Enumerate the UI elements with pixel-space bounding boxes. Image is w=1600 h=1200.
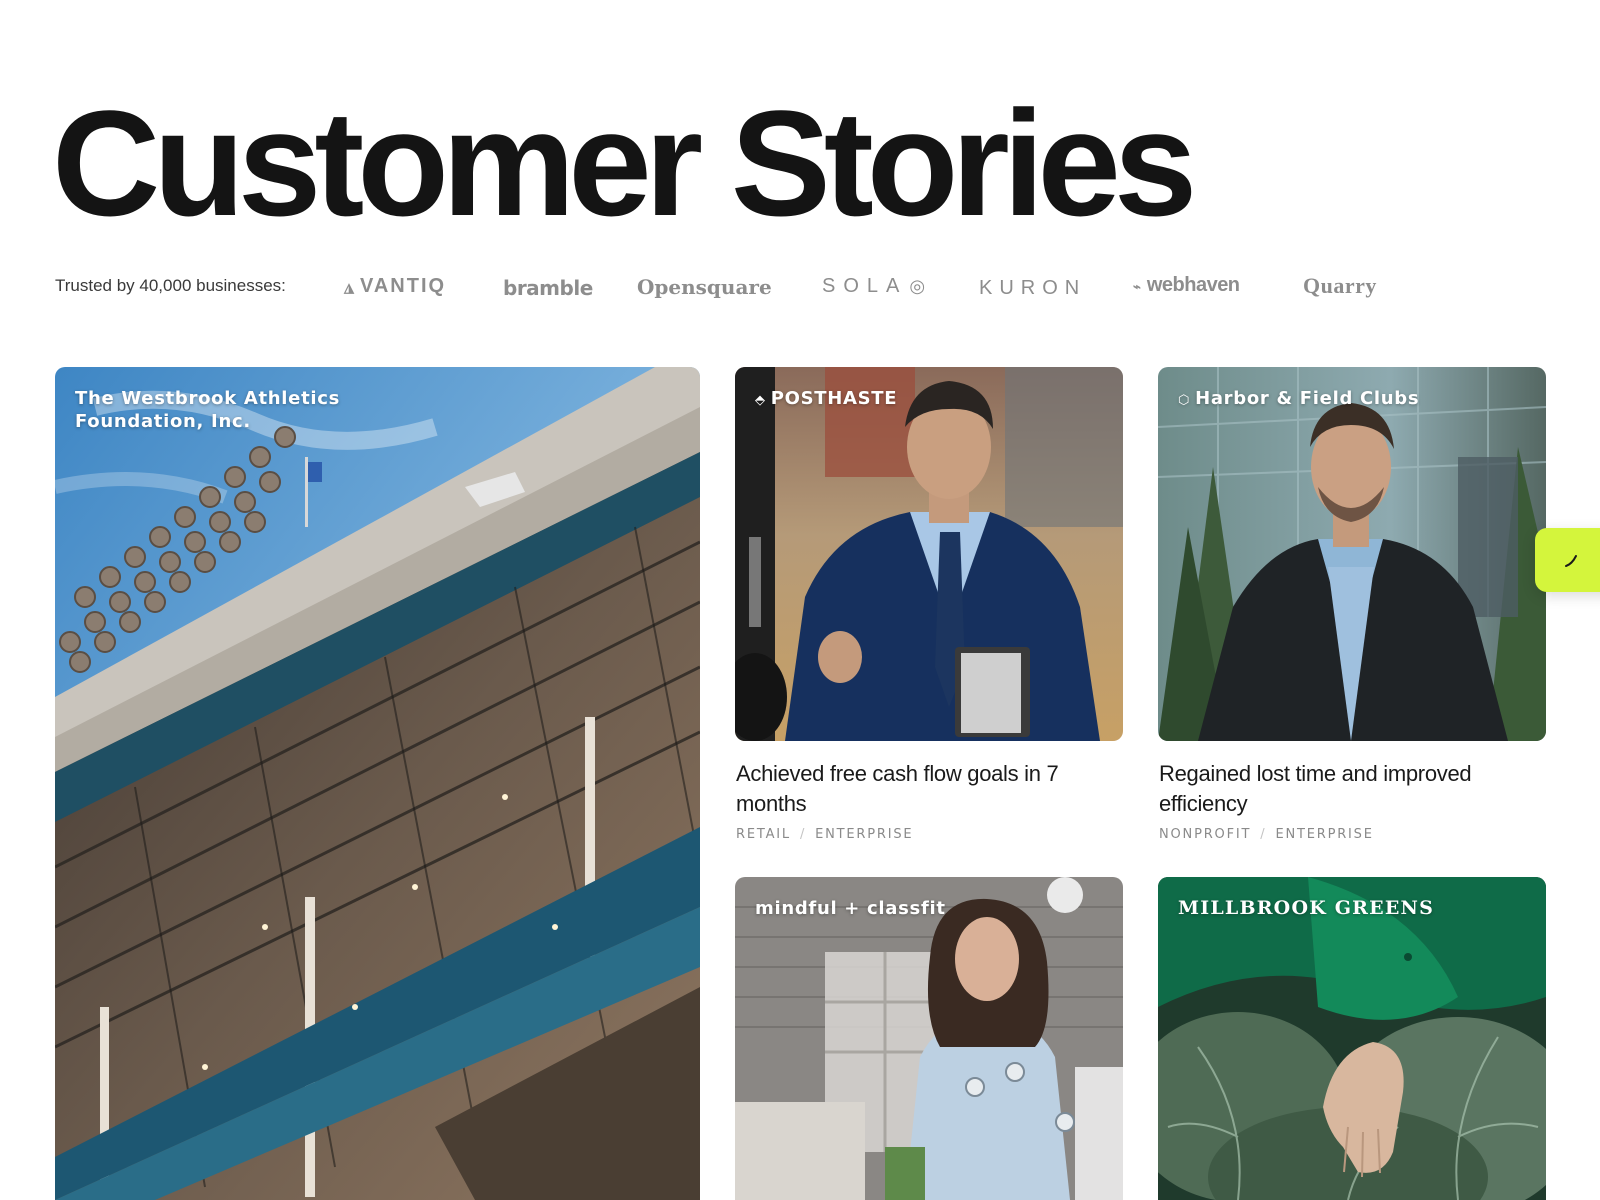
story-tags-posthaste: RETAIL / ENTERPRISE (736, 827, 914, 842)
man-in-blazer-photo (1158, 367, 1546, 741)
tag-separator: / (799, 827, 807, 842)
company-name-millbrook-greens: MILLBROOK GREENS (1178, 897, 1434, 919)
story-tags-harbor-field: NONPROFIT / ENTERPRISE (1159, 827, 1374, 842)
page-title: Customer Stories (52, 79, 1197, 247)
trusted-logo-strip: Trusted by 40,000 businesses: ◮ VANTIQ br… (0, 262, 1600, 310)
leaf-icon (1565, 555, 1577, 567)
story-card-westbrook[interactable]: The Westbrook Athletics Foundation, Inc. (55, 367, 700, 1200)
story-title-harbor-field[interactable]: Regained lost time and improved efficien… (1159, 759, 1547, 819)
company-name-harbor-field: ⬡ Harbor & Field Clubs (1178, 388, 1420, 409)
triangle-icon: ◮ (344, 280, 354, 295)
tag-separator: / (1260, 827, 1267, 842)
logo-vantiq: ◮ VANTIQ (344, 275, 447, 297)
stadium-grandstand-photo (55, 367, 700, 1200)
company-name-posthaste: ⬘ POSTHASTE (755, 388, 898, 409)
logo-bramble: bramble (503, 276, 593, 300)
logo-kuron: KURON (979, 277, 1087, 299)
story-card-mindful-classfit[interactable]: mindful + classfit (735, 877, 1123, 1200)
trusted-by-text: Trusted by 40,000 businesses: (55, 276, 286, 295)
story-title-posthaste[interactable]: Achieved free cash flow goals in 7 month… (736, 759, 1124, 819)
logo-quarry: Quarry (1303, 273, 1377, 298)
woman-in-office-photo (735, 877, 1123, 1200)
logo-webhaven: ⌁ webhaven (1133, 274, 1240, 296)
floating-feedback-tab[interactable] (1535, 528, 1600, 592)
man-in-navy-suit-photo (735, 367, 1123, 741)
wave-icon: ⌁ (1133, 279, 1141, 294)
logo-opensquare: Opensquare (637, 275, 772, 299)
hand-on-cabbage-photo (1158, 877, 1546, 1200)
diamond-logo-icon: ⬘ (755, 393, 766, 408)
story-card-millbrook-greens[interactable]: MILLBROOK GREENS (1158, 877, 1546, 1200)
company-name-mindful-classfit: mindful + classfit (755, 898, 946, 919)
ring-icon: ◎ (909, 276, 926, 296)
hexagon-logo-icon: ⬡ (1178, 393, 1191, 408)
story-card-posthaste[interactable]: ⬘ POSTHASTE (735, 367, 1123, 741)
story-card-harbor-field[interactable]: ⬡ Harbor & Field Clubs (1158, 367, 1546, 741)
logo-sola: SOLA ◎ (822, 275, 926, 297)
company-name-westbrook: The Westbrook Athletics Foundation, Inc. (75, 388, 341, 432)
